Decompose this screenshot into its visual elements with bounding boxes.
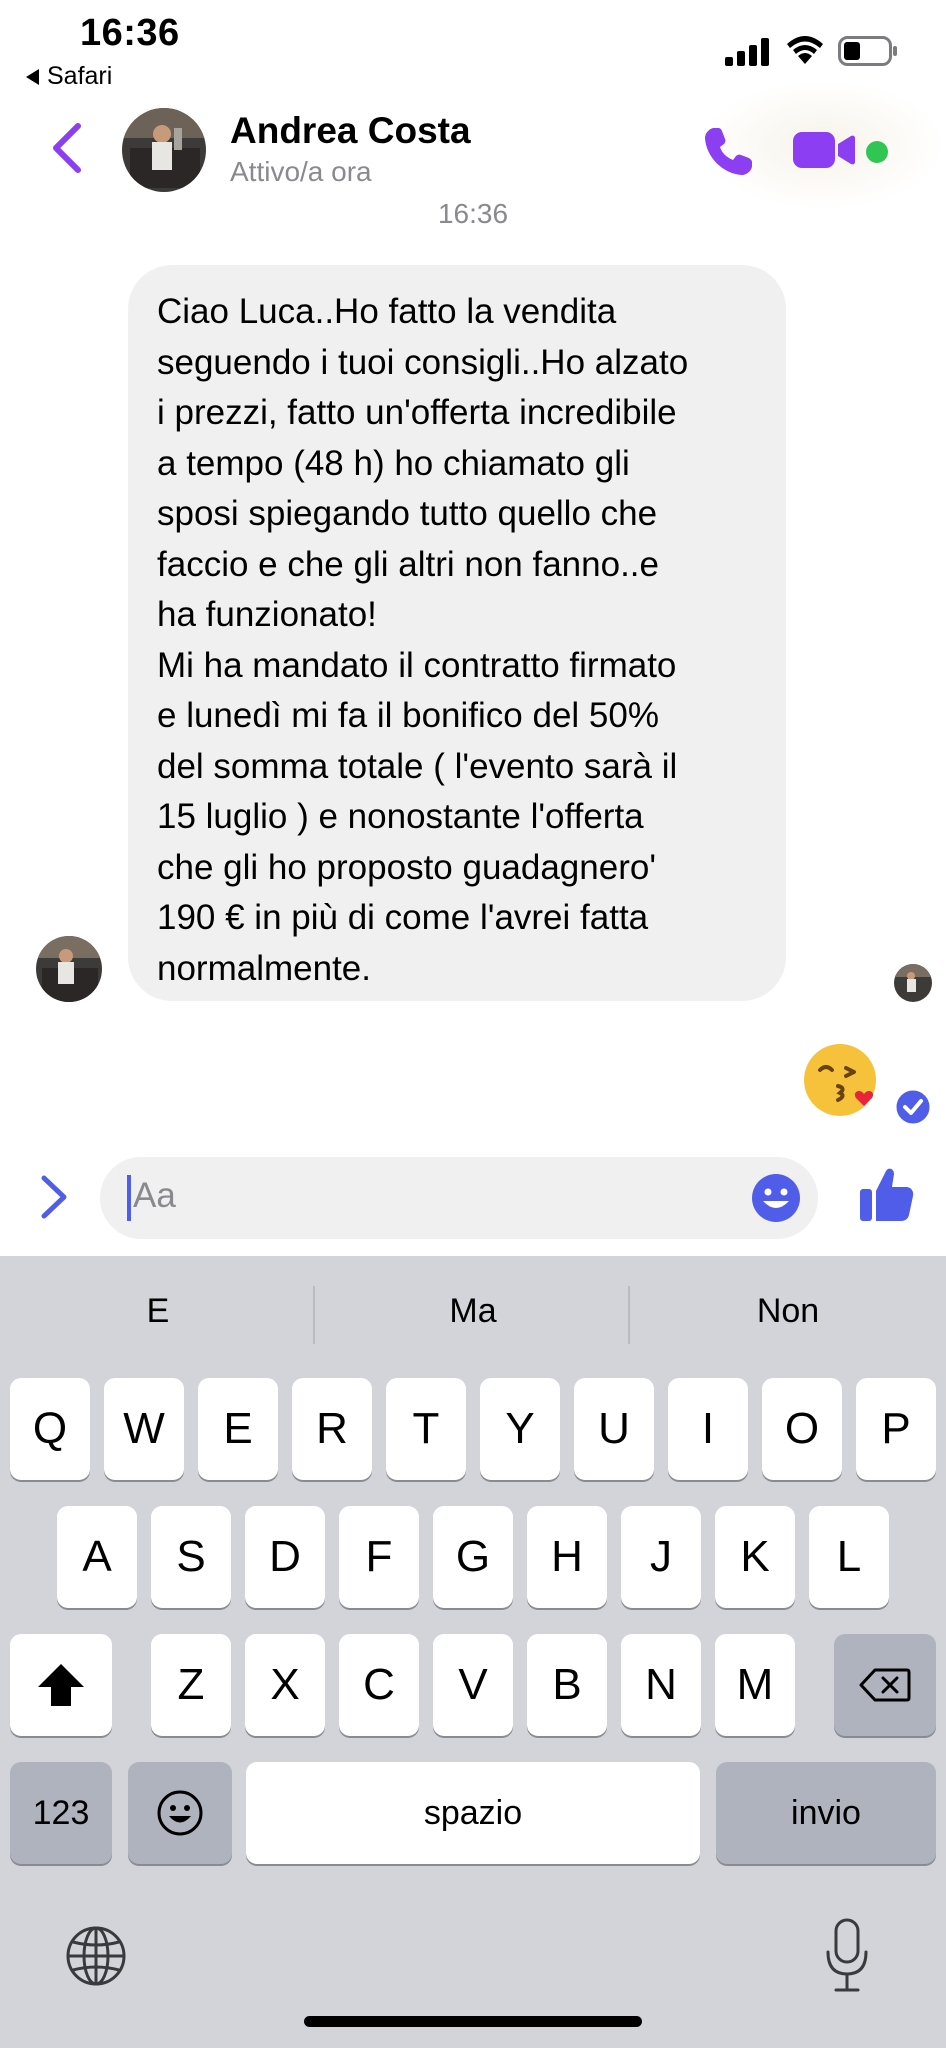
key-h[interactable]: H [527,1506,607,1608]
suggestion-divider [628,1286,630,1344]
key-v[interactable]: V [433,1634,513,1736]
sender-avatar[interactable] [36,936,102,1002]
key-d[interactable]: D [245,1506,325,1608]
key-q[interactable]: Q [10,1378,90,1480]
key-e[interactable]: E [198,1378,278,1480]
key-m[interactable]: M [715,1634,795,1736]
battery-icon [838,36,897,66]
key-b[interactable]: B [527,1634,607,1736]
wifi-icon [787,36,823,64]
message-timestamp: 16:36 [437,198,509,229]
key-t[interactable]: T [386,1378,466,1480]
text-caret [127,1175,131,1221]
thumbs-up-like-icon[interactable] [858,1165,914,1223]
seen-by-avatar [894,964,932,1002]
backspace-icon [859,1668,911,1702]
backspace-key[interactable] [834,1634,936,1736]
emoji-face-icon [157,1790,203,1836]
contact-name[interactable]: Andrea Costa [230,110,471,152]
key-u[interactable]: U [574,1378,654,1480]
message-input-placeholder: Aa [133,1176,176,1215]
cellular-signal-icon [725,38,769,66]
microphone-icon[interactable] [824,1918,870,1994]
suggestion-divider [313,1286,315,1344]
key-z[interactable]: Z [151,1634,231,1736]
key-y[interactable]: Y [480,1378,560,1480]
phone-icon[interactable] [700,124,756,180]
blowing-kiss-emoji[interactable]: 😘 [802,1040,882,1120]
expand-actions-chevron-icon[interactable] [38,1172,70,1222]
message-input[interactable] [100,1157,818,1239]
key-c[interactable]: C [339,1634,419,1736]
key-f[interactable]: F [339,1506,419,1608]
key-r[interactable]: R [292,1378,372,1480]
contact-avatar[interactable] [122,108,206,192]
key-n[interactable]: N [621,1634,701,1736]
video-camera-icon[interactable] [793,128,855,172]
key-o[interactable]: O [762,1378,842,1480]
contact-status: Attivo/a ora [230,156,372,187]
shift-key[interactable] [10,1634,112,1736]
key-x[interactable]: X [245,1634,325,1736]
suggestion-1[interactable]: E [8,1292,308,1331]
key-k[interactable]: K [715,1506,795,1608]
emoji-keyboard-key[interactable] [128,1762,232,1864]
space-key[interactable]: spazio [246,1762,700,1864]
back-to-safari-link[interactable]: Safari [26,62,112,91]
back-chevron-icon[interactable] [48,122,88,174]
received-message-bubble[interactable]: Ciao Luca..Ho fatto la vendita seguendo … [128,265,786,1001]
emoji-picker-icon[interactable] [751,1173,801,1223]
key-p[interactable]: P [856,1378,936,1480]
read-receipt-check-icon [893,1087,933,1127]
globe-icon[interactable] [64,1924,128,1988]
key-j[interactable]: J [621,1506,701,1608]
return-key[interactable]: invio [716,1762,936,1864]
suggestion-3[interactable]: Non [638,1292,938,1331]
suggestion-2[interactable]: Ma [323,1292,623,1331]
status-bar-time: 16:36 [80,12,180,54]
key-s[interactable]: S [151,1506,231,1608]
key-l[interactable]: L [809,1506,889,1608]
online-status-dot [866,141,888,163]
shift-arrow-icon [38,1664,84,1706]
numbers-key[interactable]: 123 [10,1762,112,1864]
key-a[interactable]: A [57,1506,137,1608]
back-app-label: Safari [47,62,113,90]
key-w[interactable]: W [104,1378,184,1480]
home-indicator [304,2016,642,2027]
key-i[interactable]: I [668,1378,748,1480]
key-g[interactable]: G [433,1506,513,1608]
back-triangle-icon [26,68,39,85]
